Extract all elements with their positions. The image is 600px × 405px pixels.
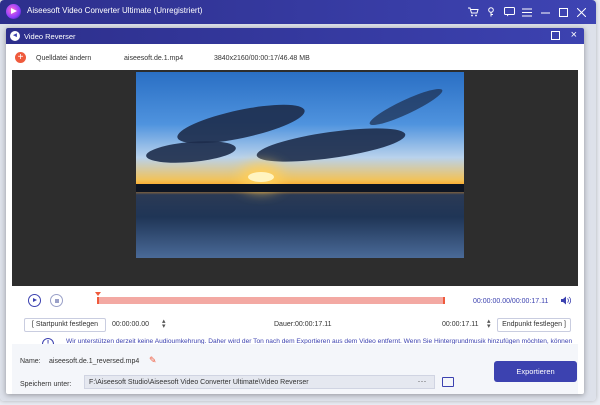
end-time-field[interactable]: 00:00:17.11: [442, 321, 478, 328]
key-icon[interactable]: [482, 4, 500, 20]
minimize-icon[interactable]: [536, 4, 554, 20]
browse-more-button[interactable]: ···: [410, 375, 434, 389]
dialog-title: Video Reverser: [24, 32, 76, 41]
duration-label: Dauer:00:00:17.11: [274, 321, 332, 328]
source-file-meta: 3840x2160/00:00:17/46.48 MB: [214, 55, 310, 62]
bracket-right-icon: ]: [562, 321, 566, 328]
playback-timecode: 00:00:00.00/00:00:17.11: [473, 298, 549, 305]
app-window: Aiseesoft Video Converter Ultimate (Unre…: [0, 0, 596, 401]
set-end-button[interactable]: Endpunkt festlegen ]: [497, 318, 571, 332]
maximize-icon[interactable]: [554, 4, 572, 20]
output-settings: Name: aiseesoft.de.1_reversed.mp4 ✎ Spei…: [12, 344, 578, 394]
save-location-label: Speichern unter:: [20, 381, 72, 388]
output-name-field[interactable]: aiseesoft.de.1_reversed.mp4: [49, 358, 139, 365]
start-time-field[interactable]: 00:00:00.00: [112, 321, 149, 328]
video-preview-area: [12, 70, 578, 286]
titlebar-controls: [464, 4, 590, 20]
sun-shape: [248, 172, 274, 182]
trim-timeline[interactable]: [95, 292, 445, 304]
close-icon[interactable]: [572, 4, 590, 20]
start-time-stepper[interactable]: ▴ ▾: [162, 318, 166, 330]
menu-icon[interactable]: [518, 4, 536, 20]
rewind-icon: ◂: [10, 31, 20, 41]
cart-icon[interactable]: [464, 4, 482, 20]
dialog-titlebar: ◂ Video Reverser ×: [6, 28, 584, 44]
app-titlebar: Aiseesoft Video Converter Ultimate (Unre…: [0, 0, 596, 24]
end-time-stepper[interactable]: ▴ ▾: [487, 318, 491, 330]
source-file-name: aiseesoft.de.1.mp4: [124, 55, 184, 62]
shoreline-shape: [136, 184, 464, 192]
playback-controls: 00:00:00.00/00:00:17.11: [12, 286, 578, 314]
stop-button[interactable]: [50, 294, 63, 307]
app-title: Aiseesoft Video Converter Ultimate (Unre…: [27, 6, 203, 15]
name-label: Name:: [20, 358, 41, 365]
save-path-field[interactable]: F:\Aiseesoft Studio\Aiseesoft Video Conv…: [84, 375, 435, 389]
video-reverser-dialog: ◂ Video Reverser × + Quelldatei ändern a…: [6, 28, 584, 394]
cloud-shape: [254, 121, 408, 169]
change-source-button[interactable]: +: [15, 52, 26, 63]
export-button[interactable]: Exportieren: [494, 361, 577, 382]
set-start-button[interactable]: [ Startpunkt festlegen: [24, 318, 106, 332]
dialog-close-button[interactable]: ×: [571, 29, 577, 41]
cloud-shape: [145, 138, 237, 166]
feedback-icon[interactable]: [500, 4, 518, 20]
video-frame: [136, 72, 464, 258]
set-end-label: Endpunkt festlegen: [502, 321, 563, 328]
dialog-maximize-button[interactable]: [551, 31, 560, 40]
play-button[interactable]: [28, 294, 41, 307]
change-source-label[interactable]: Quelldatei ändern: [36, 55, 91, 62]
source-file-row: + Quelldatei ändern aiseesoft.de.1.mp4 3…: [6, 44, 584, 70]
cloud-shape: [366, 83, 446, 131]
open-folder-icon[interactable]: [442, 377, 454, 387]
edit-name-icon[interactable]: ✎: [149, 355, 157, 366]
set-start-label: Startpunkt festlegen: [35, 321, 99, 328]
app-logo-icon: [6, 4, 21, 19]
volume-icon[interactable]: [561, 296, 572, 307]
playhead-marker[interactable]: [95, 292, 101, 296]
trim-range-row: [ Startpunkt festlegen 00:00:00.00 ▴ ▾ Da…: [12, 316, 578, 332]
